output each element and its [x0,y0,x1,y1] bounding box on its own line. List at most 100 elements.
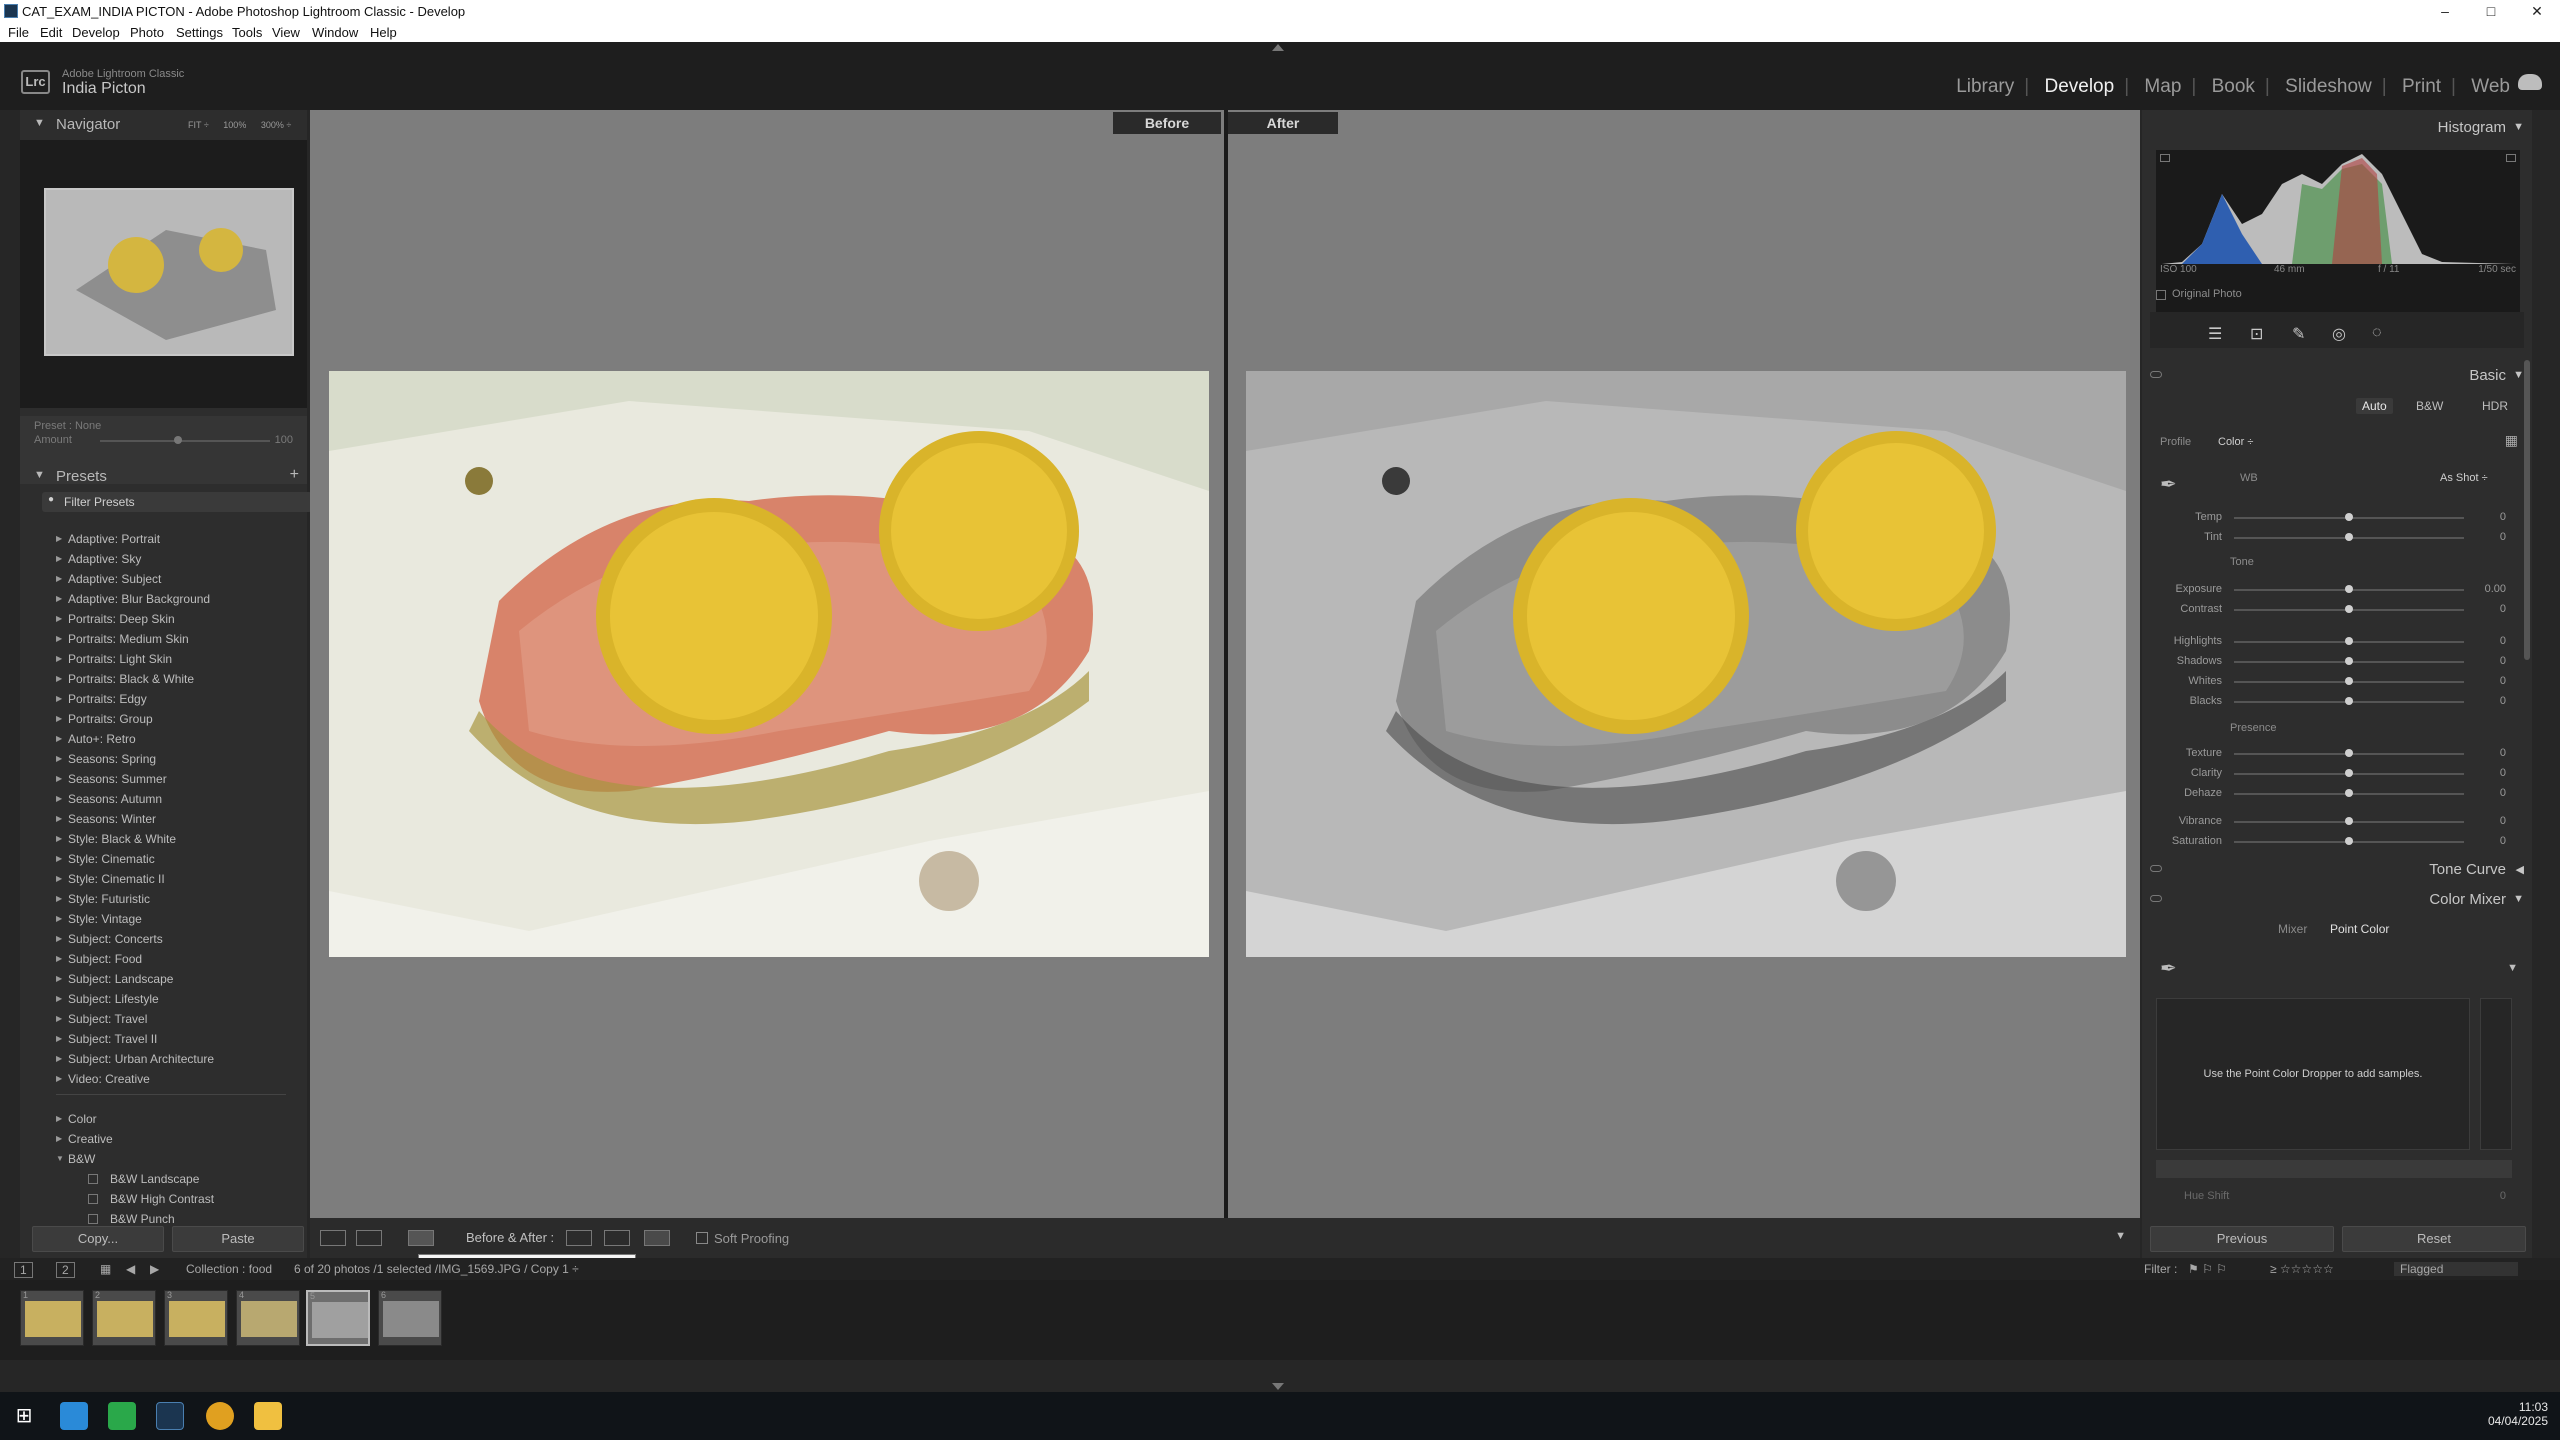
slider-value[interactable]: 0 [2500,655,2506,667]
before-photo[interactable] [329,371,1209,957]
module-develop[interactable]: Develop [2044,76,2114,97]
reset-button[interactable]: Reset [2342,1226,2526,1252]
slider-knob[interactable] [2345,789,2353,797]
presets-header[interactable]: ▼ Presets + [20,462,307,492]
bottom-panel-toggle-icon[interactable] [1272,1383,1284,1390]
highlight-clipping-icon[interactable] [2506,154,2516,162]
soft-proofing-checkbox[interactable] [696,1232,708,1244]
menu-tools[interactable]: Tools [232,25,262,40]
menu-settings[interactable]: Settings [176,25,223,40]
menu-help[interactable]: Help [370,25,397,40]
nav-300-option[interactable]: 300% ÷ [261,120,291,130]
filter-presets-input[interactable]: ● Filter Presets [42,492,312,512]
forward-arrow-icon[interactable]: ▶ [150,1262,159,1276]
nav-100-option[interactable]: 100% [223,120,246,130]
slider-value[interactable]: 0 [2500,511,2506,523]
menu-edit[interactable]: Edit [40,25,62,40]
maximize-button[interactable]: □ [2468,0,2514,22]
filmstrip-thumb-selected[interactable]: 5 [306,1290,370,1346]
flag-filter-icon[interactable]: ⚑ ⚐ ⚐ [2188,1262,2227,1276]
back-arrow-icon[interactable]: ◀ [126,1262,135,1276]
wb-eyedropper-icon[interactable]: ✒ [2160,472,2177,497]
slider-knob[interactable] [2345,513,2353,521]
histogram-header[interactable]: Histogram ▼ [2142,114,2532,144]
masking-icon[interactable]: ◌ [2372,324,2382,342]
edit-sliders-icon[interactable]: ☰ [2208,324,2222,344]
page-1-button[interactable]: 1 [14,1262,33,1278]
source-label[interactable]: Collection : food [186,1262,272,1276]
slider-tint[interactable]: Tint 0 [2142,530,2532,546]
start-icon[interactable]: ⊞ [10,1402,38,1430]
filmstrip-thumb[interactable]: 2 [92,1290,156,1346]
compare-view-icon[interactable] [356,1230,382,1246]
add-preset-icon[interactable]: + [290,466,299,484]
filmstrip-thumb[interactable]: 4 [236,1290,300,1346]
slider-value[interactable]: 0.00 [2485,583,2506,595]
slider-value[interactable]: 0 [2500,531,2506,543]
visibility-eye-icon[interactable] [2150,371,2162,378]
module-book[interactable]: Book [2212,76,2255,97]
after-photo[interactable] [1246,371,2126,957]
slider-exposure[interactable]: Exposure 0.00 [2142,582,2532,598]
point-color-range-bar[interactable] [2156,1160,2512,1178]
menu-develop[interactable]: Develop [72,25,120,40]
slider-saturation[interactable]: Saturation 0 [2142,834,2532,850]
slider-knob[interactable] [2345,533,2353,541]
module-print[interactable]: Print [2402,76,2441,97]
color-mixer-header[interactable]: Color Mixer ▼ [2142,886,2532,916]
rating-filter-icon[interactable]: ≥ ☆☆☆☆☆ [2270,1262,2334,1276]
slider-knob[interactable] [2345,637,2353,645]
slider-clarity[interactable]: Clarity 0 [2142,766,2532,782]
slider-knob[interactable] [2345,697,2353,705]
navigator-thumbnail[interactable] [44,188,294,356]
edge-icon[interactable] [60,1402,88,1430]
chrome-icon[interactable] [206,1402,234,1430]
filter-preset-dropdown[interactable]: Flagged [2394,1262,2518,1276]
point-color-menu-icon[interactable]: ▼ [2507,962,2518,974]
slider-whites[interactable]: Whites 0 [2142,674,2532,690]
slider-knob[interactable] [2345,677,2353,685]
top-panel-toggle-icon[interactable] [1272,44,1284,51]
slider-value[interactable]: 0 [2500,767,2506,779]
hdr-button[interactable]: HDR [2482,399,2508,413]
module-slideshow[interactable]: Slideshow [2285,76,2372,97]
copy-before-to-after-icon[interactable] [566,1230,592,1246]
tab-point-color[interactable]: Point Color [2330,922,2389,936]
slider-knob[interactable] [2345,837,2353,845]
slider-contrast[interactable]: Contrast 0 [2142,602,2532,618]
filmstrip-thumb[interactable]: 1 [20,1290,84,1346]
image-canvas[interactable]: Before After [310,110,2140,1218]
before-after-view-icon[interactable] [408,1230,434,1246]
filmstrip-thumb[interactable]: 6 [378,1290,442,1346]
module-web[interactable]: Web [2471,76,2510,97]
original-photo-checkbox[interactable] [2156,290,2166,300]
shadow-clipping-icon[interactable] [2160,154,2170,162]
slider-value[interactable]: 0 [2500,695,2506,707]
swap-before-after-icon[interactable] [644,1230,670,1246]
paste-button[interactable]: Paste [172,1226,304,1252]
module-library[interactable]: Library [1956,76,2014,97]
previous-button[interactable]: Previous [2150,1226,2334,1252]
point-color-dropper-icon[interactable]: ✒ [2160,956,2177,981]
slider-highlights[interactable]: Highlights 0 [2142,634,2532,650]
healing-icon[interactable]: ✎ [2292,324,2305,344]
slider-value[interactable]: 0 [2500,675,2506,687]
slider-shadows[interactable]: Shadows 0 [2142,654,2532,670]
slider-blacks[interactable]: Blacks 0 [2142,694,2532,710]
filmstrip-thumb[interactable]: 3 [164,1290,228,1346]
nav-fit-option[interactable]: FIT ÷ [188,120,209,130]
loupe-view-icon[interactable] [320,1230,346,1246]
slider-dehaze[interactable]: Dehaze 0 [2142,786,2532,802]
menu-window[interactable]: Window [312,25,358,40]
profile-browser-grid-icon[interactable]: ▦ [2505,432,2518,449]
amount-slider[interactable] [100,440,270,442]
red-eye-icon[interactable]: ◎ [2332,324,2346,344]
file-explorer-icon[interactable] [254,1402,282,1430]
wb-dropdown[interactable]: As Shot ÷ [2440,472,2488,484]
slider-knob[interactable] [2345,585,2353,593]
system-clock[interactable]: 11:03 04/04/2025 [2488,1400,2548,1428]
page-2-button[interactable]: 2 [56,1262,75,1278]
slider-knob[interactable] [2345,657,2353,665]
module-map[interactable]: Map [2144,76,2181,97]
visibility-eye-icon[interactable] [2150,895,2162,902]
